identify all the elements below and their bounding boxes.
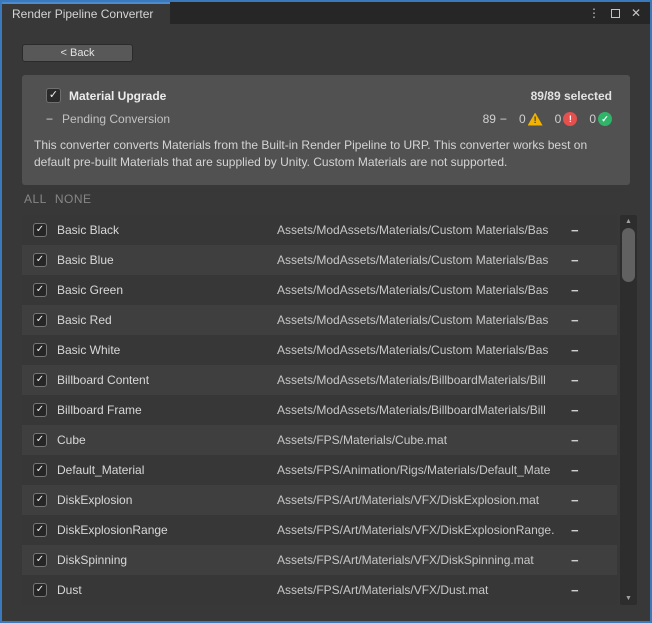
material-row[interactable]: ✓ Billboard Frame Assets/ModAssets/Mater… <box>22 395 617 425</box>
material-name: DiskSpinning <box>57 553 277 567</box>
status-counts: 89 − 0 ! 0 ! 0 ✓ <box>483 112 612 126</box>
converter-info-panel: ✓ Material Upgrade 89/89 selected − Pend… <box>22 75 630 185</box>
material-path: Assets/ModAssets/Materials/Custom Materi… <box>277 343 567 357</box>
success-icon: ✓ <box>598 112 612 126</box>
material-row[interactable]: ✓ Default_Material Assets/FPS/Animation/… <box>22 455 617 485</box>
error-count: 0 <box>555 112 562 126</box>
row-status-dash-icon: − <box>567 343 617 358</box>
material-path: Assets/ModAssets/Materials/Custom Materi… <box>277 313 567 327</box>
row-checkbox[interactable]: ✓ <box>33 373 47 387</box>
row-status-dash-icon: − <box>567 463 617 478</box>
row-checkbox[interactable]: ✓ <box>33 463 47 477</box>
material-path: Assets/FPS/Art/Materials/VFX/DiskExplosi… <box>277 523 567 537</box>
render-pipeline-converter-window: Render Pipeline Converter ⋮ ✕ < Back ✓ M… <box>0 0 652 623</box>
material-name: Basic White <box>57 343 277 357</box>
material-row[interactable]: ✓ Dust Assets/FPS/Art/Materials/VFX/Dust… <box>22 575 617 605</box>
material-name: Billboard Frame <box>57 403 277 417</box>
material-name: Basic Red <box>57 313 277 327</box>
kebab-menu-icon[interactable]: ⋮ <box>588 7 600 19</box>
material-name: Cube <box>57 433 277 447</box>
warning-icon: ! <box>528 113 543 126</box>
scrollbar[interactable]: ▲ ▼ <box>620 215 637 605</box>
material-name: Billboard Content <box>57 373 277 387</box>
row-status-dash-icon: − <box>567 433 617 448</box>
row-status-dash-icon: − <box>567 283 617 298</box>
maximize-icon[interactable] <box>611 9 620 18</box>
material-row[interactable]: ✓ DiskExplosion Assets/FPS/Art/Materials… <box>22 485 617 515</box>
material-name: DiskExplosionRange <box>57 523 277 537</box>
select-all-button[interactable]: ALL <box>24 192 47 206</box>
materials-list: ✓ Basic Black Assets/ModAssets/Materials… <box>22 215 617 605</box>
material-path: Assets/ModAssets/Materials/Custom Materi… <box>277 283 567 297</box>
material-row[interactable]: ✓ Basic Red Assets/ModAssets/Materials/C… <box>22 305 617 335</box>
row-checkbox[interactable]: ✓ <box>33 283 47 297</box>
material-row[interactable]: ✓ DiskSpinning Assets/FPS/Art/Materials/… <box>22 545 617 575</box>
warning-count: 0 <box>519 112 526 126</box>
material-path: Assets/ModAssets/Materials/Custom Materi… <box>277 223 567 237</box>
success-count: 0 <box>589 112 596 126</box>
window-title: Render Pipeline Converter <box>12 7 153 21</box>
material-name: Basic Green <box>57 283 277 297</box>
scroll-down-icon[interactable]: ▼ <box>620 592 637 605</box>
row-checkbox[interactable]: ✓ <box>33 313 47 327</box>
material-row[interactable]: ✓ Basic White Assets/ModAssets/Materials… <box>22 335 617 365</box>
list-header: ALL NONE <box>24 192 92 206</box>
row-status-dash-icon: − <box>567 553 617 568</box>
row-status-dash-icon: − <box>567 583 617 598</box>
row-status-dash-icon: − <box>567 523 617 538</box>
material-path: Assets/ModAssets/Materials/Custom Materi… <box>277 253 567 267</box>
material-name: Basic Blue <box>57 253 277 267</box>
pending-conversion-label: Pending Conversion <box>62 112 170 126</box>
close-icon[interactable]: ✕ <box>631 7 641 19</box>
row-status-dash-icon: − <box>567 223 617 238</box>
material-path: Assets/FPS/Art/Materials/VFX/DiskSpinnin… <box>277 553 567 567</box>
row-status-dash-icon: − <box>567 253 617 268</box>
title-bar: Render Pipeline Converter ⋮ ✕ <box>2 2 650 24</box>
scrollbar-thumb[interactable] <box>622 228 635 282</box>
row-checkbox[interactable]: ✓ <box>33 433 47 447</box>
window-controls: ⋮ ✕ <box>588 2 650 24</box>
scroll-up-icon[interactable]: ▲ <box>620 215 637 228</box>
row-checkbox[interactable]: ✓ <box>33 403 47 417</box>
select-none-button[interactable]: NONE <box>55 192 92 206</box>
material-path: Assets/FPS/Art/Materials/VFX/Dust.mat <box>277 583 567 597</box>
material-row[interactable]: ✓ Basic Blue Assets/ModAssets/Materials/… <box>22 245 617 275</box>
row-status-dash-icon: − <box>567 373 617 388</box>
window-body: < Back ✓ Material Upgrade 89/89 selected… <box>2 24 650 621</box>
material-path: Assets/ModAssets/Materials/BillboardMate… <box>277 373 567 387</box>
material-path: Assets/FPS/Materials/Cube.mat <box>277 433 567 447</box>
row-status-dash-icon: − <box>567 493 617 508</box>
row-checkbox[interactable]: ✓ <box>33 253 47 267</box>
tab-render-pipeline-converter[interactable]: Render Pipeline Converter <box>2 2 170 24</box>
row-checkbox[interactable]: ✓ <box>33 343 47 357</box>
material-row[interactable]: ✓ Basic Black Assets/ModAssets/Materials… <box>22 215 617 245</box>
row-checkbox[interactable]: ✓ <box>33 493 47 507</box>
material-upgrade-checkbox[interactable]: ✓ <box>46 88 61 103</box>
material-name: Default_Material <box>57 463 277 477</box>
material-name: Basic Black <box>57 223 277 237</box>
material-name: DiskExplosion <box>57 493 277 507</box>
material-row[interactable]: ✓ DiskExplosionRange Assets/FPS/Art/Mate… <box>22 515 617 545</box>
row-checkbox[interactable]: ✓ <box>33 523 47 537</box>
back-button[interactable]: < Back <box>22 44 133 62</box>
pending-status-dash-icon: − <box>46 112 53 126</box>
material-row[interactable]: ✓ Basic Green Assets/ModAssets/Materials… <box>22 275 617 305</box>
row-status-dash-icon: − <box>567 403 617 418</box>
material-path: Assets/FPS/Art/Materials/VFX/DiskExplosi… <box>277 493 567 507</box>
material-path: Assets/FPS/Animation/Rigs/Materials/Defa… <box>277 463 567 477</box>
selected-count: 89/89 selected <box>531 89 612 103</box>
material-row[interactable]: ✓ Billboard Content Assets/ModAssets/Mat… <box>22 365 617 395</box>
pending-dash-icon: − <box>500 112 507 126</box>
material-row[interactable]: ✓ Cube Assets/FPS/Materials/Cube.mat − <box>22 425 617 455</box>
material-path: Assets/ModAssets/Materials/BillboardMate… <box>277 403 567 417</box>
converter-name: Material Upgrade <box>69 89 166 103</box>
row-checkbox[interactable]: ✓ <box>33 223 47 237</box>
row-checkbox[interactable]: ✓ <box>33 553 47 567</box>
converter-description: This converter converts Materials from t… <box>34 137 612 171</box>
row-checkbox[interactable]: ✓ <box>33 583 47 597</box>
pending-count: 89 <box>483 112 496 126</box>
row-status-dash-icon: − <box>567 313 617 328</box>
error-icon: ! <box>563 112 577 126</box>
material-name: Dust <box>57 583 277 597</box>
